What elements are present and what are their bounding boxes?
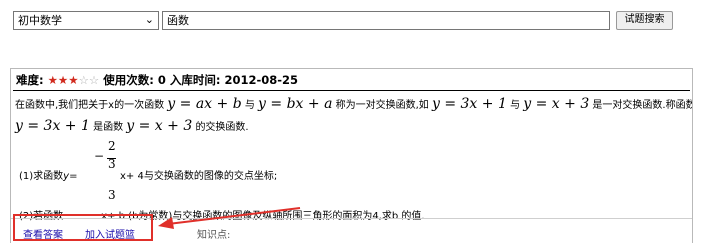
pointer-arrow-icon <box>158 207 301 229</box>
